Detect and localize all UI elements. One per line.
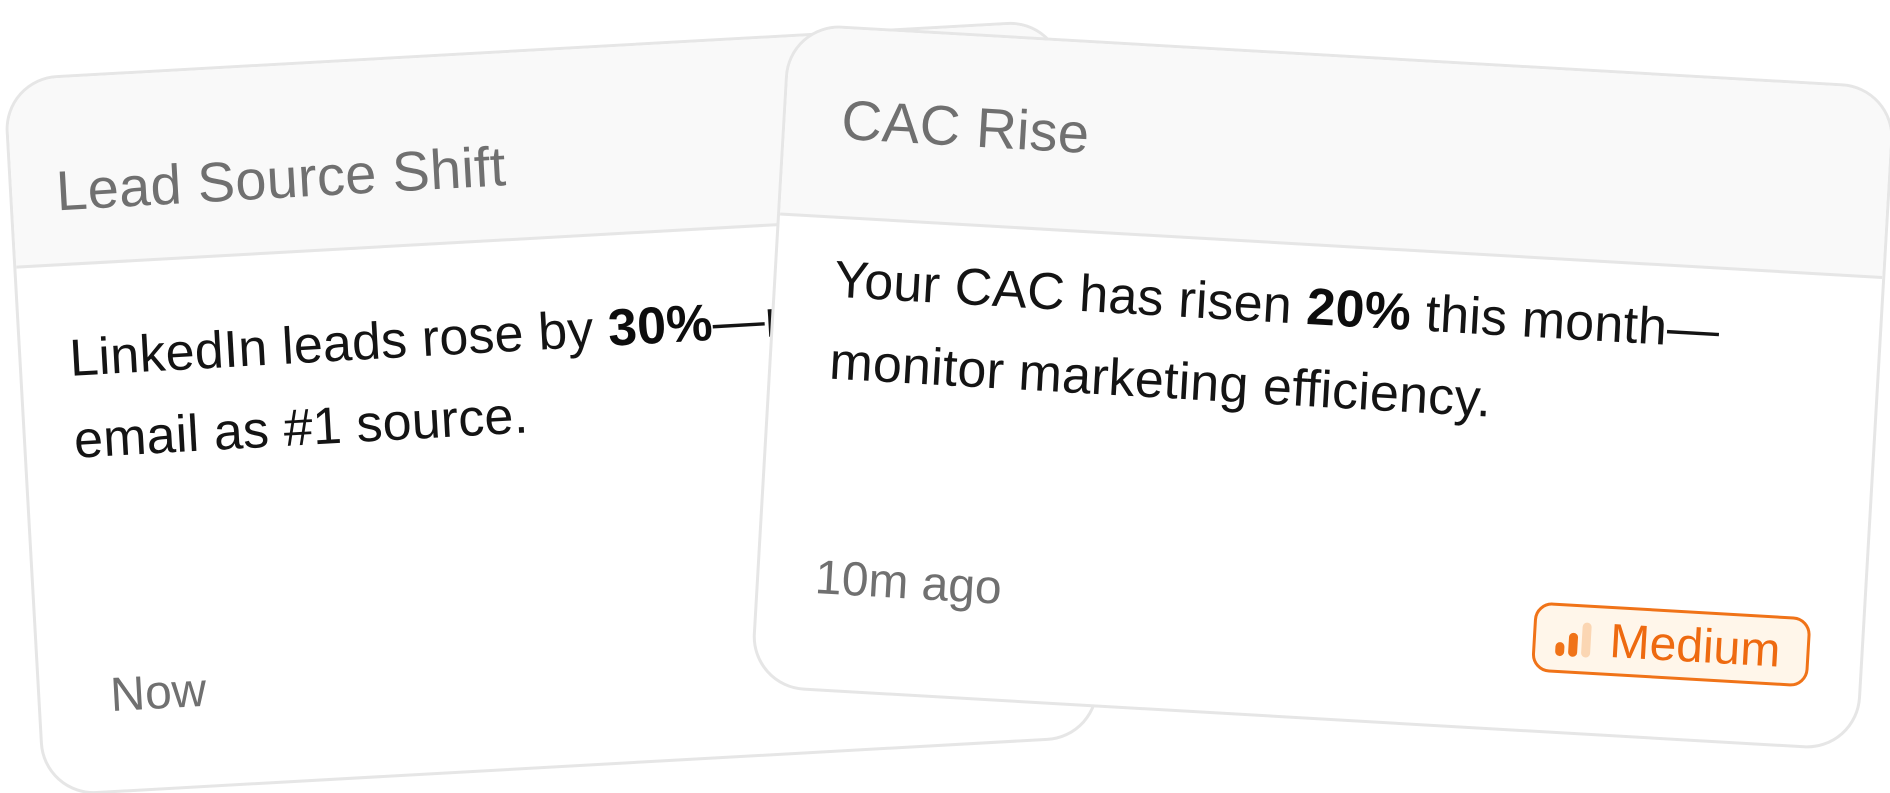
signal-bar-3 xyxy=(1581,622,1592,658)
signal-bar-2 xyxy=(1568,632,1579,657)
message-text: LinkedIn leads rose by xyxy=(67,299,610,388)
notification-card-cac-rise[interactable]: CAC Rise Your CAC has risen 20% this mon… xyxy=(749,22,1890,752)
message-text: Your CAC has risen xyxy=(832,250,1309,336)
card-title: CAC Rise xyxy=(839,87,1092,166)
card-title: Lead Source Shift xyxy=(54,134,508,223)
message-highlight: 30% xyxy=(606,293,715,358)
card-header: CAC Rise xyxy=(779,25,1890,280)
card-timestamp: 10m ago xyxy=(813,551,1004,615)
signal-bars-icon xyxy=(1553,618,1595,660)
message-highlight: 20% xyxy=(1304,277,1413,342)
priority-label: Medium xyxy=(1608,614,1782,678)
card-message: Your CAC has risen 20% this month—monito… xyxy=(827,239,1855,461)
signal-bar-1 xyxy=(1555,642,1565,657)
card-timestamp: Now xyxy=(108,663,208,723)
priority-badge: Medium xyxy=(1530,601,1812,688)
notification-stack: Lead Source Shift LinkedIn leads rose by… xyxy=(0,0,1890,793)
